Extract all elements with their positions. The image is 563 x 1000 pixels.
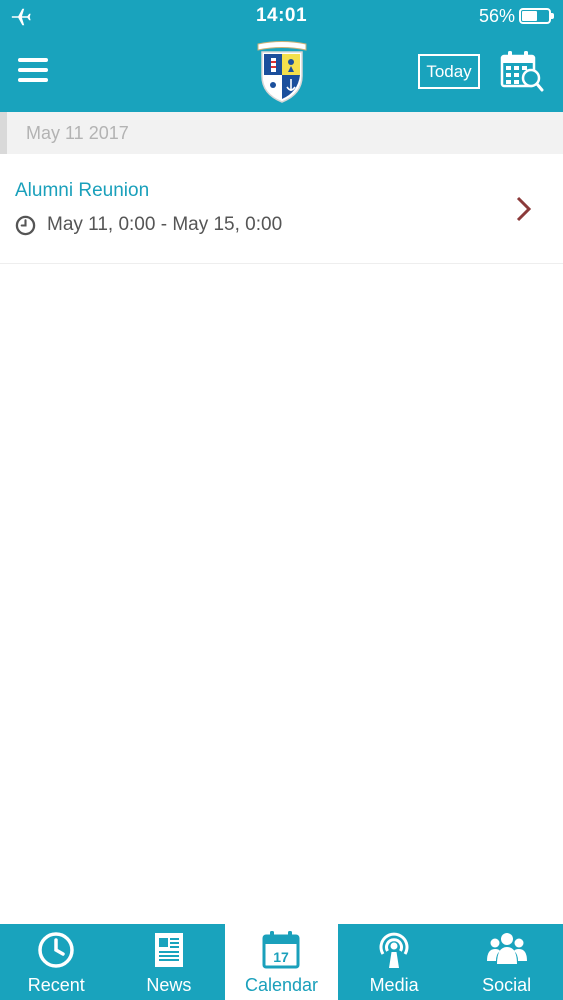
clock-icon	[15, 215, 36, 236]
event-list-item[interactable]: Alumni Reunion May 11, 0:00 - May 15, 0:…	[0, 154, 563, 264]
tab-label: Calendar	[244, 975, 318, 995]
date-section-header: May 11 2017	[0, 112, 563, 154]
tab-label: News	[146, 975, 192, 995]
calendar-date-number: 17	[274, 949, 290, 965]
tab-news[interactable]: News	[113, 924, 226, 1000]
school-crest-logo	[257, 41, 307, 103]
tab-social[interactable]: Social	[450, 924, 563, 1000]
people-icon	[486, 933, 527, 964]
tab-label: Social	[482, 975, 532, 995]
calendar-search-icon[interactable]	[500, 50, 544, 92]
status-bar: 14:01 56%	[0, 0, 563, 34]
menu-button[interactable]	[14, 54, 54, 88]
section-accent-bar	[0, 112, 7, 154]
today-button[interactable]: Today	[418, 54, 480, 89]
battery-percentage: 56%	[478, 6, 515, 26]
tab-media[interactable]: Media	[338, 924, 451, 1000]
nav-bar: Today	[0, 34, 563, 112]
broadcast-icon	[379, 932, 409, 968]
section-date-label: May 11 2017	[26, 123, 129, 143]
clock-icon	[38, 932, 75, 968]
chevron-right-icon	[516, 196, 532, 222]
bottom-tab-bar: Recent News 17 Calendar Media Social	[0, 924, 563, 1000]
tab-label: Recent	[27, 975, 85, 995]
newspaper-icon	[154, 933, 183, 967]
event-time: May 11, 0:00 - May 15, 0:00	[47, 214, 283, 235]
calendar-icon: 17	[262, 931, 300, 969]
tab-calendar[interactable]: 17 Calendar	[225, 924, 338, 1000]
event-title: Alumni Reunion	[15, 180, 150, 201]
tab-recent[interactable]: Recent	[0, 924, 113, 1000]
battery-icon	[519, 8, 554, 24]
tab-label: Media	[369, 975, 419, 995]
